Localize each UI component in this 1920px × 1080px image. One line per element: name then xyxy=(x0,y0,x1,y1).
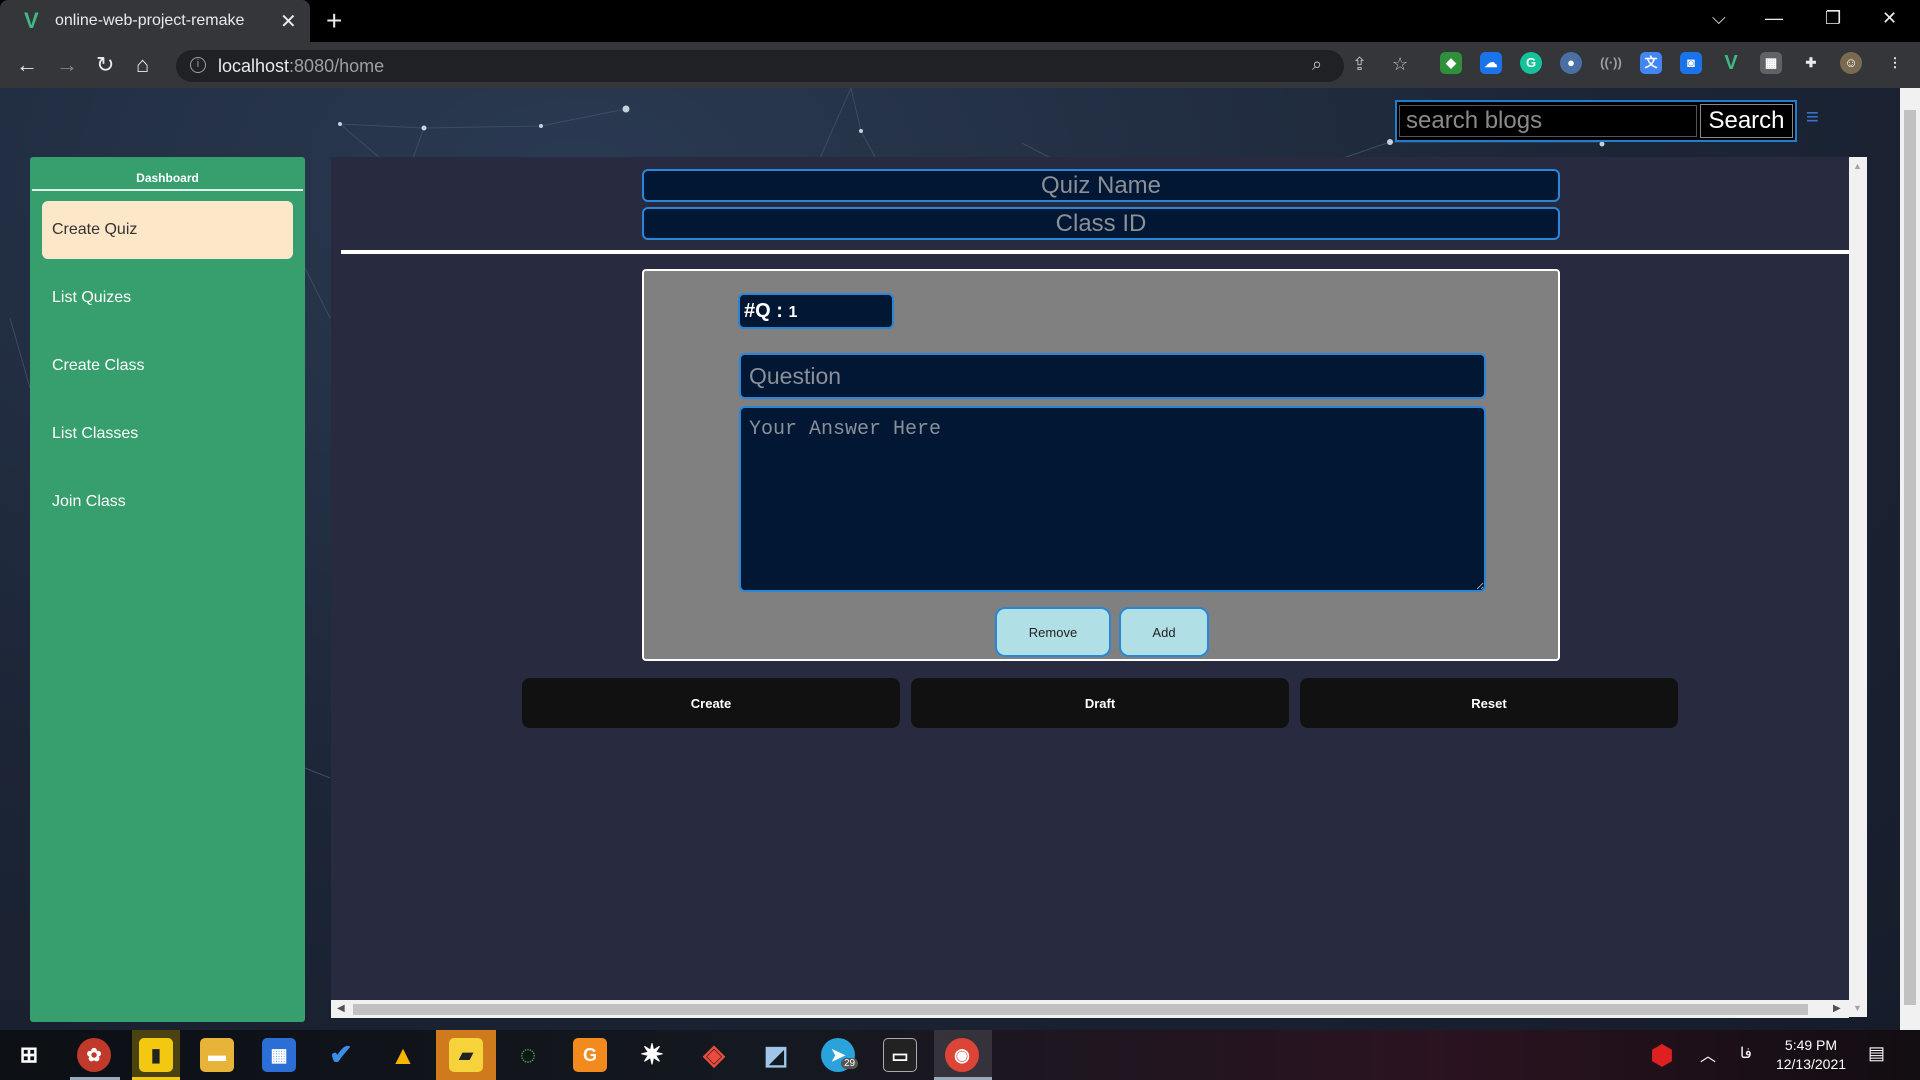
extension-circle-icon[interactable]: ● xyxy=(1560,52,1582,74)
todo-app-icon[interactable]: ✔ xyxy=(324,1038,358,1072)
git-app-icon[interactable]: ◈ xyxy=(697,1038,731,1072)
tab-title: online-web-project-remake xyxy=(55,12,245,29)
extension-cloud-icon[interactable]: ☁ xyxy=(1480,52,1502,74)
tab-search-chevron-icon[interactable]: ⌵ xyxy=(1712,8,1726,29)
sidebar-item-list-quizes[interactable]: List Quizes xyxy=(42,269,293,327)
extension-grammarly-icon[interactable]: G xyxy=(1520,52,1542,74)
extension-broadcast-icon[interactable]: ((·)) xyxy=(1600,52,1622,74)
extensions-puzzle-icon[interactable]: ✚ xyxy=(1800,52,1822,74)
close-window-icon[interactable]: ✕ xyxy=(1882,8,1897,29)
minimize-icon[interactable]: — xyxy=(1765,8,1783,29)
clock-date: 12/13/2021 xyxy=(1775,1056,1847,1072)
restore-icon[interactable]: ❐ xyxy=(1825,8,1841,29)
scroll-left-arrow-icon[interactable]: ◀ xyxy=(337,1003,345,1014)
sidebar-divider xyxy=(32,189,303,191)
browser-toolbar: ← → ↻ ⌂ i localhost:8080/home ⌕ ⇪ ☆ ◆ ☁ … xyxy=(0,42,1920,88)
create-quiz-button[interactable]: Create xyxy=(522,678,900,728)
question-input[interactable] xyxy=(739,353,1486,399)
share-icon[interactable]: ⇪ xyxy=(1352,54,1367,75)
url-host: localhost xyxy=(218,56,290,76)
sidebar-item-create-quiz[interactable]: Create Quiz xyxy=(42,201,293,259)
answer-textarea[interactable] xyxy=(739,406,1486,592)
calendar-app-icon[interactable]: ▦ xyxy=(262,1038,296,1072)
security-tray-icon[interactable]: ⬢ xyxy=(1645,1038,1679,1072)
zoom-icon[interactable]: ⌕ xyxy=(1312,54,1322,75)
panel-vertical-scrollbar[interactable]: ▲ ▼ xyxy=(1849,157,1867,1017)
taskbar-clock[interactable]: 5:49 PM 12/13/2021 xyxy=(1763,1036,1859,1074)
page-viewport: Search ≡ Dashboard Create Quiz List Quiz… xyxy=(0,88,1920,1030)
scroll-down-arrow-icon[interactable]: ▼ xyxy=(1853,1003,1862,1013)
google-drive-icon[interactable]: ▲ xyxy=(386,1038,420,1072)
sidebar-item-list-classes[interactable]: List Classes xyxy=(42,405,293,463)
powerbi-app-icon[interactable]: ▮ xyxy=(139,1038,173,1072)
new-tab-icon[interactable]: + xyxy=(326,5,342,37)
sidebar-title: Dashboard xyxy=(136,171,199,185)
address-bar[interactable]: i localhost:8080/home ⌕ ⇪ ☆ xyxy=(176,50,1408,82)
question-number-badge: #Q : 1 xyxy=(738,293,894,329)
sidebar-item-join-class[interactable]: Join Class xyxy=(42,473,293,531)
browser-menu-icon[interactable]: ⋮ xyxy=(1884,52,1906,74)
reset-quiz-button[interactable]: Reset xyxy=(1300,678,1678,728)
bookmark-star-icon[interactable]: ☆ xyxy=(1392,54,1408,75)
page-scroll-thumb[interactable] xyxy=(1904,110,1916,1005)
add-question-button[interactable]: Add xyxy=(1119,607,1209,657)
notes-app-icon[interactable]: ◩ xyxy=(759,1038,793,1072)
home-icon[interactable]: ⌂ xyxy=(136,52,149,78)
input-language-indicator[interactable]: فا xyxy=(1740,1044,1752,1062)
extension-vue-devtools-icon[interactable]: V xyxy=(1720,52,1742,74)
pdf-app-icon[interactable]: G xyxy=(573,1038,607,1072)
windows-start-icon[interactable]: ⊞ xyxy=(12,1038,46,1072)
windows-taskbar: ⊞ ✿ ▮ ▬ ▦ ✔ ▲ ▰ ◌ G ✷ ◈ ◩ ➤ 29 ▭ ◉ ⬢ ︿ ف… xyxy=(0,1030,1920,1080)
extension-image-icon[interactable]: ▦ xyxy=(1760,52,1782,74)
show-hidden-icons-chevron-icon[interactable]: ︿ xyxy=(1700,1042,1716,1066)
question-card: #Q : 1 Remove Add xyxy=(642,269,1560,661)
site-info-icon[interactable]: i xyxy=(190,57,206,73)
horizontal-scroll-thumb[interactable] xyxy=(353,1004,1808,1015)
quiz-name-input[interactable] xyxy=(642,169,1560,202)
back-icon[interactable]: ← xyxy=(16,52,38,78)
class-id-input[interactable] xyxy=(642,207,1560,240)
extension-screenshot-icon[interactable]: ◙ xyxy=(1680,52,1702,74)
page-vertical-scrollbar[interactable] xyxy=(1900,88,1920,1030)
hamburger-menu-icon[interactable]: ≡ xyxy=(1806,106,1819,128)
profile-avatar[interactable]: ☺ xyxy=(1840,52,1862,74)
remove-question-button[interactable]: Remove xyxy=(995,607,1111,657)
panel-horizontal-scrollbar[interactable]: ◀ ▶ xyxy=(331,1000,1849,1018)
blog-search-form: Search xyxy=(1395,100,1797,142)
browser-tab[interactable]: V online-web-project-remake ✕ xyxy=(0,0,310,42)
question-number-value: 1 xyxy=(788,304,798,321)
vue-favicon-icon: V xyxy=(24,8,39,33)
search-input[interactable] xyxy=(1399,105,1697,137)
extension-drive-icon[interactable]: ◆ xyxy=(1440,52,1462,74)
sticky-notes-icon[interactable]: ▰ xyxy=(449,1038,483,1072)
paint-app-icon[interactable]: ✿ xyxy=(77,1038,111,1072)
terminal-app-icon[interactable]: ▭ xyxy=(883,1038,917,1072)
telegram-unread-badge: 29 xyxy=(841,1058,859,1069)
circular-app-icon[interactable]: ◌ xyxy=(511,1038,545,1072)
close-tab-icon[interactable]: ✕ xyxy=(280,9,297,34)
draft-quiz-button[interactable]: Draft xyxy=(911,678,1289,728)
extension-translate-icon[interactable]: 文 xyxy=(1640,52,1662,74)
chrome-app-icon[interactable]: ◉ xyxy=(945,1038,979,1072)
dashboard-sidebar: Dashboard Create Quiz List Quizes Create… xyxy=(30,157,305,1022)
scroll-right-arrow-icon[interactable]: ▶ xyxy=(1833,1003,1841,1014)
search-button[interactable]: Search xyxy=(1700,104,1793,138)
url-text[interactable]: localhost:8080/home xyxy=(218,56,384,77)
sidebar-item-create-class[interactable]: Create Class xyxy=(42,337,293,395)
url-path: :8080/home xyxy=(289,56,385,76)
spider-app-icon[interactable]: ✷ xyxy=(635,1038,669,1072)
browser-tabstrip: V online-web-project-remake ✕ + ⌵ — ❐ ✕ xyxy=(0,0,1920,42)
scroll-up-arrow-icon[interactable]: ▲ xyxy=(1853,161,1862,171)
section-divider xyxy=(341,250,1849,254)
forward-icon[interactable]: → xyxy=(56,52,78,78)
notification-center-icon[interactable]: ▤ xyxy=(1868,1043,1885,1064)
create-quiz-panel: #Q : 1 Remove Add Create Draft Reset xyxy=(331,157,1849,1017)
question-number-prefix: #Q : xyxy=(744,300,783,322)
clock-time: 5:49 PM xyxy=(1784,1037,1838,1053)
file-explorer-icon[interactable]: ▬ xyxy=(200,1038,234,1072)
reload-icon[interactable]: ↻ xyxy=(96,52,114,78)
